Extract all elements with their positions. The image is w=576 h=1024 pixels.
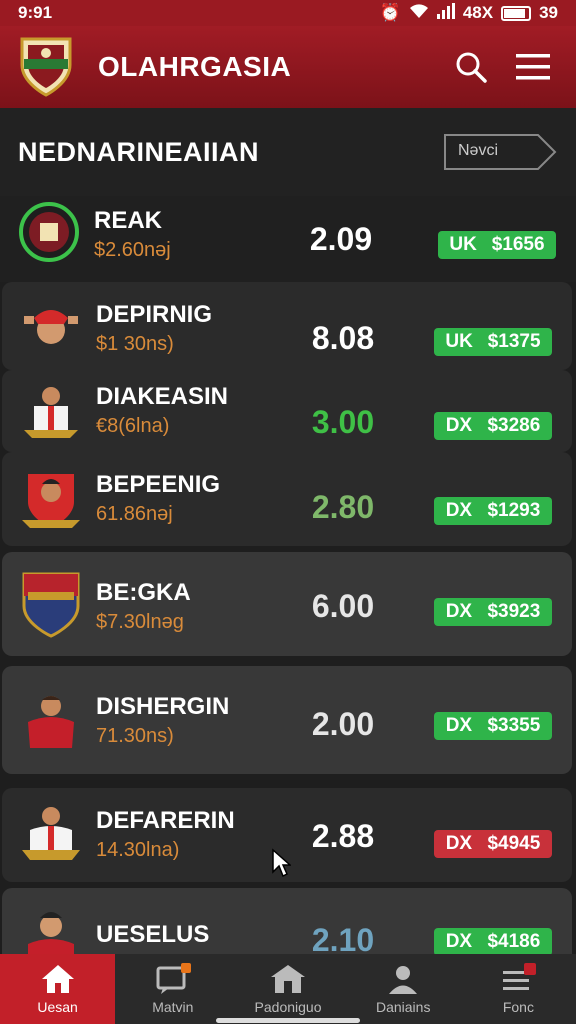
team-subtext: $2.60nəj <box>94 239 171 261</box>
list-item[interactable]: BEPEENIG 61.86nəj 2.80 DX $1293 <box>2 452 572 546</box>
player-badge-icon <box>18 466 84 532</box>
odds-value: 3.00 <box>311 404 375 440</box>
next-button-label: Nəvci <box>458 142 499 159</box>
bottom-nav: Uesan Matvin Padoniguo Daniains Fonc <box>0 954 576 1024</box>
nav-more[interactable]: Fonc <box>461 954 576 1024</box>
section-header: NEDNARINEAIIAN Nəvci <box>0 108 576 196</box>
wifi-icon <box>409 3 429 24</box>
bet-code: UK <box>445 331 473 352</box>
team-shield-icon <box>18 572 84 638</box>
list-item[interactable]: DEPIRNIG $1 30ns) 8.08 UK $1375 <box>2 282 572 370</box>
bet-badge[interactable]: UK $1656 <box>438 231 556 259</box>
odds-value: 6.00 <box>311 588 375 624</box>
bet-amount: $3286 <box>487 415 541 436</box>
app-header: OLAHRGASIA <box>0 26 576 108</box>
list-icon <box>503 963 537 990</box>
bet-badge[interactable]: DX $4945 <box>434 830 552 858</box>
team-name: BE:GKA <box>96 579 191 606</box>
section-title: NEDNARINEAIIAN <box>18 136 260 167</box>
bet-code: UK <box>449 234 477 255</box>
odds-value: 2.00 <box>311 706 375 742</box>
nav-label: Matvin <box>152 999 194 1015</box>
next-button[interactable]: Nəvci <box>442 132 558 172</box>
team-name: DEPIRNIG <box>96 301 213 328</box>
app-title: OLAHRGASIA <box>98 51 292 82</box>
player-badge-icon <box>18 800 84 866</box>
signal-icon <box>436 2 455 24</box>
bet-badge[interactable]: DX $3286 <box>434 412 552 440</box>
bet-amount: $4945 <box>487 833 541 854</box>
odds-value: 8.08 <box>311 320 375 356</box>
list-item[interactable]: BE:GKA $7.30lnəg 6.00 DX $3923 <box>2 552 572 656</box>
nav-matches[interactable]: Matvin <box>115 954 230 1024</box>
odds-value: 2.80 <box>311 489 375 525</box>
bet-code: DX <box>445 601 473 622</box>
bet-amount: $1656 <box>491 234 545 255</box>
menu-button[interactable] <box>508 42 558 92</box>
bet-amount: $3923 <box>487 601 541 622</box>
bet-code: DX <box>445 931 473 952</box>
team-badge-icon <box>16 199 82 265</box>
signal-text: 48X <box>462 3 494 22</box>
nav-label: Padoniguo <box>254 999 322 1015</box>
team-subtext: 71.30ns) <box>96 725 174 747</box>
status-bar: 9:91 ⏰ 48X 39 <box>0 0 576 26</box>
bet-code: DX <box>445 715 473 736</box>
bet-badge[interactable]: DX $3923 <box>434 598 552 626</box>
bet-badge[interactable]: DX $1293 <box>434 497 552 525</box>
alarm-icon: ⏰ <box>379 3 401 22</box>
nav-label: Daniains <box>375 999 431 1015</box>
nav-stadium[interactable]: Padoniguo <box>230 954 345 1024</box>
player-avatar-icon <box>18 688 84 754</box>
odds-value: 2.09 <box>309 221 373 257</box>
search-icon <box>456 52 487 83</box>
team-name: DISHERGIN <box>96 693 230 720</box>
home-indicator <box>216 1018 360 1023</box>
bet-amount: $1375 <box>487 331 541 352</box>
list-item[interactable]: DISHERGIN 71.30ns) 2.00 DX $3355 <box>2 666 572 774</box>
team-subtext: 61.86nəj <box>96 503 173 525</box>
team-name: UESELUS <box>96 921 210 948</box>
list-item[interactable]: REAK $2.60nəj 2.09 UK $1656 <box>0 196 576 282</box>
bet-code: DX <box>445 415 473 436</box>
bet-amount: $3355 <box>487 715 541 736</box>
search-button[interactable] <box>446 42 496 92</box>
home-icon <box>41 965 74 993</box>
nav-profile[interactable]: Daniains <box>346 954 461 1024</box>
odds-value: 2.88 <box>311 818 375 854</box>
team-subtext: $7.30lnəg <box>96 611 184 633</box>
team-subtext: 14.30lna) <box>96 839 180 861</box>
menu-icon <box>516 54 550 80</box>
battery-icon <box>501 5 532 21</box>
bet-badge[interactable]: DX $4186 <box>434 928 552 956</box>
team-name: DEFARERIN <box>96 807 235 834</box>
nav-home[interactable]: Uesan <box>0 954 116 1024</box>
list-item[interactable]: DIAKEASIN €8(6lna) 3.00 DX $3286 <box>2 370 572 452</box>
bet-badge[interactable]: UK $1375 <box>434 328 552 356</box>
battery-level: 39 <box>539 3 558 22</box>
team-name: DIAKEASIN <box>96 383 229 410</box>
nav-label: Fonc <box>502 999 534 1015</box>
status-time: 9:91 <box>18 3 53 22</box>
bet-amount: $4186 <box>487 931 541 952</box>
team-subtext: €8(6lna) <box>96 415 170 437</box>
team-name: REAK <box>94 207 163 234</box>
mouse-cursor-icon <box>272 848 291 878</box>
user-icon <box>389 966 418 994</box>
bet-code: DX <box>445 833 473 854</box>
player-avatar-icon <box>18 292 84 358</box>
stadium-icon <box>271 965 305 993</box>
bet-amount: $1293 <box>487 500 541 521</box>
bet-badge[interactable]: DX $3355 <box>434 712 552 740</box>
team-name: BEPEENIG <box>96 471 221 498</box>
nav-label: Uesan <box>37 999 78 1015</box>
bet-code: DX <box>445 500 473 521</box>
player-badge-icon <box>18 378 84 444</box>
chat-icon <box>156 963 191 994</box>
team-subtext: $1 30ns) <box>96 333 174 355</box>
team-crest-logo <box>20 37 72 97</box>
